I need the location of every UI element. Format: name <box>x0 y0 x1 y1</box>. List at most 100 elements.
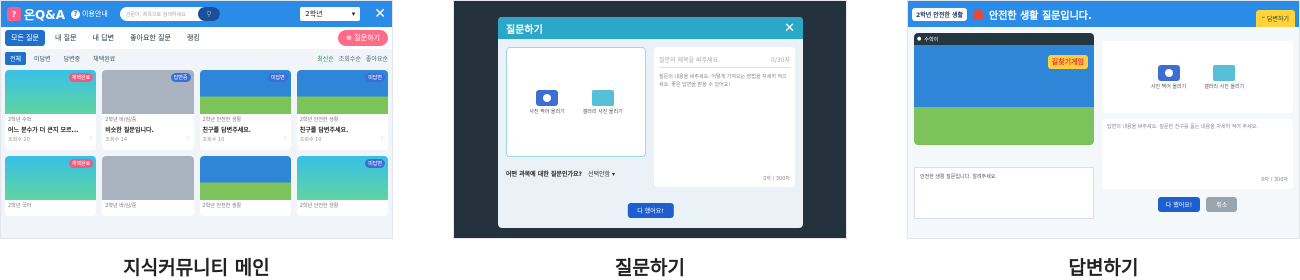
card-thumbnail: 채택완료 <box>5 70 97 114</box>
question-card[interactable]: 2학년 안전한 생활 <box>199 156 291 216</box>
answer-page-title: 안전한 생활 질문입니다. <box>989 10 1092 22</box>
close-icon[interactable]: ✕ <box>374 6 386 22</box>
ask-question-button[interactable]: ⊕ 질문하기 <box>338 30 388 46</box>
content-count: 0자 / 300자 <box>763 176 790 182</box>
gallery-icon <box>1213 64 1236 81</box>
heart-icon[interactable]: ♡ <box>89 136 93 143</box>
camera-icon <box>536 89 558 106</box>
siren-icon <box>973 9 983 19</box>
question-card[interactable]: 미답변 2학년 안전한 생활 친구를 답변주세요. 조회수 10 ♡ <box>296 70 388 150</box>
subject-label: 어떤 과목에 대한 질문인가요? <box>506 171 582 178</box>
grade-value: 2학년 <box>305 10 323 18</box>
card-views: 조회수 10 <box>202 137 225 143</box>
modal-header: 질문하기 ✕ <box>498 17 803 39</box>
title-input[interactable]: 질문의 제목을 써주세요. 0/30자 <box>659 52 790 68</box>
question-card[interactable]: 2학년 바/심/중 <box>102 156 194 216</box>
photo-upload-area: 사진 찍어 올리기 갤러리 사진 올리기 <box>1102 41 1293 113</box>
done-button[interactable]: 다 했어요! <box>627 203 674 218</box>
heart-icon[interactable]: ♡ <box>283 136 287 143</box>
filter-answering[interactable]: 답변중 <box>59 52 86 65</box>
camera-upload-button[interactable]: 사진 찍어 올리기 <box>1150 64 1187 90</box>
ask-question-panel: 질문하기 ✕ 사진 찍어 올리기 갤러리 사진 올리기 어떤 과목에 대한 질문… <box>453 0 847 239</box>
status-badge: 채택완료 <box>68 73 94 82</box>
filter-unanswered[interactable]: 미답변 <box>29 52 56 65</box>
card-meta: 2학년 안전한 생활 <box>202 117 242 123</box>
card-title: 비슷한 질문입니다. <box>105 127 154 134</box>
search-icon[interactable]: ⚲ <box>197 7 220 21</box>
top-bar: ? 온Q&A ? 이용안내 관문어, 제목으로 검색하세요 ⚲ 2학년 ▾ ✕ <box>1 1 392 27</box>
cancel-button[interactable]: 취소 <box>1206 197 1238 212</box>
status-badge: 미답변 <box>267 73 288 82</box>
help-link[interactable]: ? 이용안내 <box>71 9 108 19</box>
tab-liked[interactable]: 좋아요한 질문 <box>124 30 177 46</box>
ask-modal: 질문하기 ✕ 사진 찍어 올리기 갤러리 사진 올리기 어떤 과목에 대한 질문… <box>498 17 803 228</box>
status-badge: 미답변 <box>365 73 385 82</box>
caption-main: 지식커뮤니티 메인 <box>123 257 270 279</box>
gallery-icon <box>591 89 614 106</box>
card-thumbnail: 미답변 <box>296 156 388 200</box>
sort-latest[interactable]: 최신순 <box>317 54 334 63</box>
question-card[interactable]: 답변중 2학년 바/심/중 비슷한 질문입니다. 조회수 14 ♡ <box>102 70 194 150</box>
answer-textarea[interactable]: 답변의 내용을 써주세요. 질문한 친구를 돕는 내용을 자세히 적어 주세요.… <box>1102 119 1293 189</box>
chevron-down-icon: ▾ <box>351 10 356 18</box>
tab-my-questions[interactable]: 내 질문 <box>49 30 83 46</box>
title-placeholder: 질문의 제목을 써주세요. <box>659 57 720 64</box>
tab-ranking[interactable]: 랭킹 <box>181 30 206 46</box>
avatar: ● <box>917 36 922 42</box>
ask-label: 질문하기 <box>354 34 380 42</box>
card-meta: 2학년 바/심/중 <box>105 117 137 123</box>
status-badge: 답변중 <box>170 73 191 82</box>
card-thumbnail: 미답변 <box>296 70 388 114</box>
grade-subject-label: 2학년 안전한 생활 <box>912 7 967 21</box>
gallery-upload-button[interactable]: 갤러리 사진 올리기 <box>1204 64 1245 90</box>
heart-icon[interactable]: ♡ <box>186 136 190 143</box>
tab-all[interactable]: 모든 질문 <box>5 30 45 46</box>
help-label: 이용안내 <box>82 10 108 18</box>
filter-all[interactable]: 전체 <box>5 51 27 65</box>
caption-answer: 답변하기 <box>1068 257 1139 279</box>
question-image[interactable]: 길찾기게임 <box>914 45 1094 145</box>
filter-bar: 전체 미답변 답변중 채택완료 최신순 조회수순 좋아요순 <box>1 49 392 67</box>
sort-likes[interactable]: 좋아요순 <box>366 54 388 63</box>
question-form: 질문의 제목을 써주세요. 0/30자 질문의 내용을 써주세요. 어떻게 가져… <box>654 47 795 187</box>
card-title: 친구를 답변주세요. <box>202 127 252 134</box>
author-name: 수학이 <box>924 36 939 43</box>
question-card[interactable]: 채택완료 2학년 국어 <box>5 156 97 216</box>
answer-tab-label: 답변하기 <box>1266 16 1289 23</box>
camera-upload-button[interactable]: 사진 찍어 올리기 <box>529 89 565 115</box>
tab-my-answers[interactable]: 내 답변 <box>87 30 121 46</box>
card-thumbnail: 미답변 <box>199 70 291 114</box>
answer-tab[interactable]: “ 답변하기 <box>1255 10 1295 27</box>
status-badge: 채택완료 <box>68 159 94 168</box>
grade-select[interactable]: 2학년 ▾ <box>300 7 361 21</box>
question-card[interactable]: 채택완료 2학년 수학 어느 분수가 더 큰지 모르... 조회수 20 ♡ <box>5 70 97 150</box>
content-textarea[interactable]: 질문의 내용을 써주세요. 어떻게 가져오는 방법을 자세히 적으세요. 좋은 … <box>659 74 790 89</box>
content-count: 0자 / 300자 <box>1261 176 1288 183</box>
card-meta: 2학년 바/심/중 <box>105 203 137 209</box>
gallery-label: 갤러리 사진 올리기 <box>1204 83 1245 90</box>
caption-ask: 질문하기 <box>615 257 685 279</box>
card-thumbnail: 답변중 <box>102 70 194 114</box>
filter-adopted[interactable]: 채택완료 <box>88 52 120 65</box>
question-card: ● 수학이 길찾기게임 <box>914 33 1094 145</box>
answer-panel: 2학년 안전한 생활 안전한 생활 질문입니다. “ 답변하기 ● 수학이 길찾기… <box>907 0 1300 239</box>
photo-upload-area: 사진 찍어 올리기 갤러리 사진 올리기 <box>506 47 646 157</box>
title-count: 0/30자 <box>771 57 790 64</box>
subject-select[interactable]: 선택안함 ▾ <box>588 169 615 178</box>
card-meta: 2학년 국어 <box>8 203 32 209</box>
card-title: 친구를 답변주세요. <box>299 127 349 134</box>
gallery-upload-button[interactable]: 갤러리 사진 올리기 <box>583 89 623 115</box>
modal-title: 질문하기 <box>506 24 543 36</box>
camera-label: 사진 찍어 올리기 <box>1150 83 1187 90</box>
card-views: 조회수 20 <box>8 137 30 143</box>
heart-icon[interactable]: ♡ <box>381 136 385 143</box>
search-input[interactable]: 관문어, 제목으로 검색하세요 ⚲ <box>119 7 220 21</box>
search-placeholder: 관문어, 제목으로 검색하세요 <box>125 11 186 18</box>
question-card[interactable]: 미답변 2학년 안전한 생활 <box>296 156 388 216</box>
app-logo[interactable]: ? 온Q&A <box>7 6 65 23</box>
done-button[interactable]: 다 했어요! <box>1157 197 1201 212</box>
card-views: 조회수 10 <box>299 137 322 143</box>
sort-views[interactable]: 조회수순 <box>339 54 361 63</box>
close-icon[interactable]: ✕ <box>784 21 795 36</box>
question-card[interactable]: 미답변 2학년 안전한 생활 친구를 답변주세요. 조회수 10 ♡ <box>199 70 291 150</box>
